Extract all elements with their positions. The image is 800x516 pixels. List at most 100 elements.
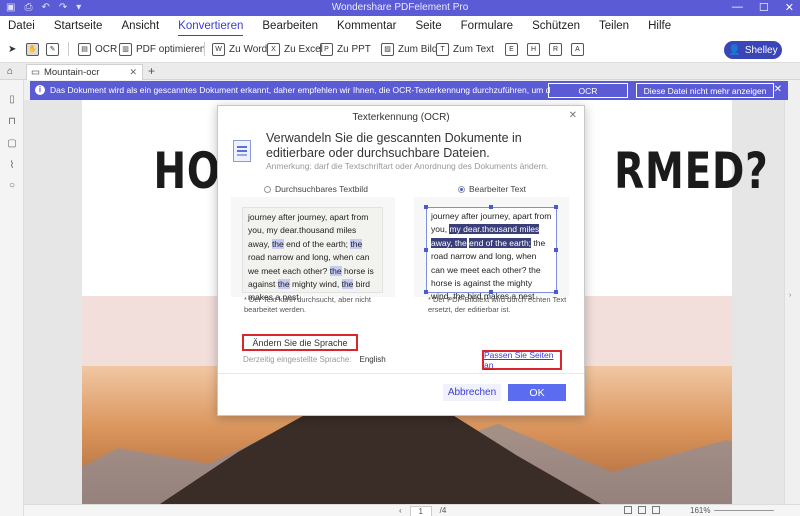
to-text-button[interactable]: T Zum Text bbox=[436, 41, 494, 58]
menu-schuetzen[interactable]: Schützen bbox=[532, 18, 580, 34]
ok-button[interactable]: OK bbox=[508, 384, 566, 401]
status-bar: ‹ 1 /4 161% bbox=[24, 504, 800, 516]
radio-searchable-text-image[interactable]: Durchsuchbares Textbild bbox=[264, 184, 368, 194]
to-word-button[interactable]: W Zu Word bbox=[212, 41, 267, 58]
format-icon: A bbox=[571, 43, 584, 56]
dismiss-notification-button[interactable]: Diese Datei nicht mehr anzeigen bbox=[636, 83, 774, 98]
menu-teilen[interactable]: Teilen bbox=[599, 18, 629, 34]
hand-icon: ✋ bbox=[26, 43, 39, 56]
resize-handle[interactable] bbox=[424, 205, 428, 209]
image-icon: ▨ bbox=[381, 43, 394, 56]
format-icon: H bbox=[527, 43, 540, 56]
page-total: /4 bbox=[439, 506, 447, 515]
collapse-panel-icon[interactable]: › bbox=[789, 292, 791, 299]
ocr-notification-bar: i Das Dokument wird als ein gescanntes D… bbox=[30, 81, 788, 100]
dialog-note: Anmerkung: darf die Textschriftart oder … bbox=[266, 161, 549, 171]
ppt-icon: P bbox=[320, 43, 333, 56]
searchable-text-sample: journey after journey, apart from you, m… bbox=[242, 207, 383, 302]
menu-startseite[interactable]: Startseite bbox=[54, 18, 103, 34]
notification-message: Das Dokument wird als ein gescanntes Dok… bbox=[50, 85, 550, 95]
change-language-button[interactable]: Ändern Sie die Sprache bbox=[242, 334, 358, 351]
hand-tool[interactable]: ✋ bbox=[26, 41, 39, 58]
dialog-heading: Verwandeln Sie die gescannten Dokumente … bbox=[266, 131, 522, 160]
view-mode-controls bbox=[624, 506, 660, 514]
resize-handle[interactable] bbox=[424, 248, 428, 252]
toolbar-divider bbox=[68, 42, 69, 56]
toolbar: ➤ ✋ ✎ ▤ OCR ▥ PDF optimieren W Zu Word X Zu … bbox=[0, 36, 800, 63]
resize-handle[interactable] bbox=[554, 205, 558, 209]
menu-datei[interactable]: Datei bbox=[8, 18, 35, 34]
attachment-icon[interactable]: ⌇ bbox=[6, 160, 18, 172]
title-bar: ▣ ⎙ ↶ ↷ ▾ Wondershare PDFelement Pro — ☐… bbox=[0, 0, 800, 16]
convert-format-button[interactable]: H bbox=[527, 41, 540, 58]
close-tab-icon[interactable]: ✕ bbox=[129, 67, 137, 78]
to-excel-button[interactable]: X Zu Excel bbox=[267, 41, 323, 58]
to-ppt-button[interactable]: P Zu PPT bbox=[320, 41, 371, 58]
close-dialog-icon[interactable]: ✕ bbox=[569, 110, 577, 121]
search-icon[interactable]: ○ bbox=[6, 180, 18, 192]
menu-ansicht[interactable]: Ansicht bbox=[121, 18, 159, 34]
resize-handle[interactable] bbox=[489, 290, 493, 294]
convert-format-button[interactable]: A bbox=[571, 41, 584, 58]
notification-ocr-button[interactable]: OCR bbox=[548, 83, 628, 98]
select-tool[interactable]: ➤ bbox=[8, 41, 16, 58]
resize-handle[interactable] bbox=[424, 290, 428, 294]
page-number-input[interactable]: 1 bbox=[409, 506, 432, 516]
format-icon: R bbox=[549, 43, 562, 56]
resize-handle[interactable] bbox=[554, 290, 558, 294]
menu-konvertieren[interactable]: Konvertieren bbox=[178, 18, 244, 37]
two-page-icon[interactable] bbox=[638, 506, 646, 514]
resize-handle[interactable] bbox=[554, 248, 558, 252]
prev-page-icon[interactable]: ‹ bbox=[399, 506, 402, 516]
maximize-icon[interactable]: ☐ bbox=[759, 1, 769, 14]
convert-format-button[interactable]: R bbox=[549, 41, 562, 58]
tab-mountain-ocr[interactable]: ▭ Mountain-ocr ✕ bbox=[26, 64, 143, 80]
toolbar-divider bbox=[204, 42, 205, 56]
resize-handle[interactable] bbox=[489, 205, 493, 209]
thumbnails-icon[interactable]: ▯ bbox=[6, 94, 18, 106]
info-icon: i bbox=[35, 85, 45, 95]
fit-width-icon[interactable] bbox=[652, 506, 660, 514]
menu-seite[interactable]: Seite bbox=[415, 18, 441, 34]
optimize-icon: ▥ bbox=[119, 43, 132, 56]
edit-tool[interactable]: ✎ bbox=[46, 41, 59, 58]
document-tabs: ⌂ ▭ Mountain-ocr ✕ + bbox=[0, 63, 800, 80]
convert-format-button[interactable]: E bbox=[505, 41, 518, 58]
ocr-button[interactable]: ▤ OCR bbox=[78, 41, 117, 58]
current-language: Derzeitig eingestellte Sprache: English bbox=[243, 355, 386, 364]
to-image-button[interactable]: ▨ Zum Bild bbox=[381, 41, 437, 58]
menu-kommentar[interactable]: Kommentar bbox=[337, 18, 396, 34]
zoom-slider[interactable] bbox=[714, 510, 774, 511]
customize-pages-link[interactable]: Passen Sie Seiten an bbox=[484, 350, 560, 370]
menu-hilfe[interactable]: Hilfe bbox=[648, 18, 671, 34]
cursor-icon: ➤ bbox=[8, 44, 17, 55]
comment-icon[interactable]: ▢ bbox=[6, 138, 18, 150]
radio-editable-text[interactable]: Bearbeiter Text bbox=[458, 184, 526, 194]
page-navigator: ‹ 1 /4 bbox=[399, 506, 446, 516]
single-page-icon[interactable] bbox=[624, 506, 632, 514]
minimize-icon[interactable]: — bbox=[732, 1, 743, 14]
add-tab-icon[interactable]: + bbox=[148, 64, 155, 78]
menu-formulare[interactable]: Formulare bbox=[461, 18, 513, 34]
radio-selected-icon bbox=[458, 185, 465, 193]
window-controls: — ☐ ✕ bbox=[732, 1, 794, 14]
cancel-button[interactable]: Abbrechen bbox=[443, 384, 501, 401]
menu-bar: Datei Startseite Ansicht Konvertieren Be… bbox=[0, 16, 800, 37]
home-icon[interactable]: ⌂ bbox=[7, 66, 13, 77]
close-icon[interactable]: ✕ bbox=[785, 1, 794, 14]
bookmark-icon[interactable]: ⊓ bbox=[6, 116, 18, 128]
close-notification-icon[interactable]: ✕ bbox=[774, 84, 782, 95]
menu-bearbeiten[interactable]: Bearbeiten bbox=[262, 18, 318, 34]
right-sidebar: › bbox=[784, 100, 800, 504]
format-icon: E bbox=[505, 43, 518, 56]
pdf-file-icon: ▭ bbox=[31, 67, 40, 78]
document-icon bbox=[233, 140, 251, 162]
text-icon: T bbox=[436, 43, 449, 56]
user-icon: 👤 bbox=[728, 44, 741, 56]
customize-pages-box: Passen Sie Seiten an bbox=[482, 350, 562, 370]
user-account-button[interactable]: 👤 Shelley bbox=[724, 41, 782, 59]
ocr-dialog: Texterkennung (OCR) ✕ Verwandeln Sie die… bbox=[217, 105, 585, 416]
dialog-title: Texterkennung (OCR) bbox=[352, 112, 450, 123]
caption-searchable: * Der Text kann durchsucht, aber nicht b… bbox=[244, 295, 372, 314]
optimize-pdf-button[interactable]: ▥ PDF optimieren bbox=[119, 41, 205, 58]
